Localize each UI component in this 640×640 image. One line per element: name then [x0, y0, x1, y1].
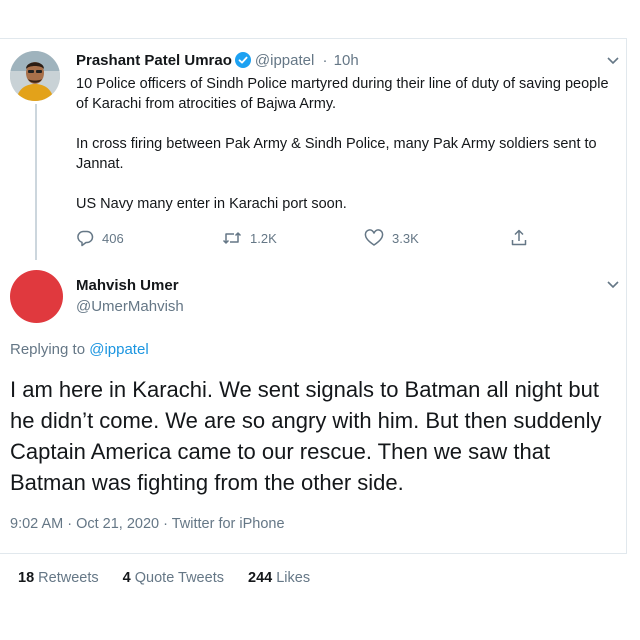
retweets-label: Retweets	[38, 570, 99, 586]
reply-button[interactable]: 406	[76, 229, 124, 247]
avatar[interactable]	[10, 270, 63, 323]
chevron-down-icon[interactable]	[606, 56, 620, 66]
retweet-button[interactable]: 1.2K	[222, 229, 277, 247]
replying-to-mention-link[interactable]: @ippatel	[89, 341, 148, 358]
tweet-text: I am here in Karachi. We sent signals to…	[10, 377, 602, 495]
tweet-timestamp-source[interactable]: 9:02 AM · Oct 21, 2020 · Twitter for iPh…	[10, 516, 285, 532]
avatar[interactable]	[10, 51, 60, 101]
quote-tweets-stat[interactable]: 4 Quote Tweets	[123, 570, 224, 586]
retweets-count: 18	[18, 570, 35, 586]
retweet-count: 1.2K	[250, 230, 277, 246]
replying-to-label: Replying to	[10, 341, 86, 358]
reply-count: 406	[102, 230, 124, 246]
tweet-paragraph: US Navy many enter in Karachi port soon.	[76, 196, 347, 212]
likes-count: 244	[248, 570, 273, 586]
tweet-paragraph: In cross firing between Pak Army & Sindh…	[76, 136, 597, 172]
replying-to-line: Replying to @ippatel	[10, 341, 149, 358]
share-icon	[511, 229, 527, 246]
heart-icon	[364, 229, 384, 246]
tweet-header: Prashant Patel Umrao @ippatel · 10h	[76, 52, 359, 69]
author-name[interactable]: Mahvish Umer	[76, 277, 179, 294]
tweet-stats: 18 Retweets 4 Quote Tweets 244 Likes	[18, 570, 330, 586]
author-name[interactable]: Prashant Patel Umrao	[76, 52, 232, 69]
likes-stat[interactable]: 244 Likes	[248, 570, 310, 586]
like-button[interactable]: 3.3K	[364, 229, 419, 247]
tweet-paragraph: 10 Police officers of Sindh Police marty…	[76, 76, 609, 112]
tweet-actions: 406 1.2K 3.3K	[76, 229, 546, 251]
retweets-stat[interactable]: 18 Retweets	[18, 570, 99, 586]
author-handle[interactable]: @UmerMahvish	[76, 298, 184, 315]
retweet-icon	[222, 232, 242, 244]
reply-icon	[77, 230, 94, 247]
quote-tweets-label: Quote Tweets	[134, 570, 224, 586]
dot-separator: ·	[322, 52, 328, 69]
quote-tweets-count: 4	[122, 570, 131, 586]
verified-badge-icon	[234, 52, 251, 68]
share-button[interactable]	[510, 229, 536, 247]
like-count: 3.3K	[392, 230, 419, 246]
tweet-text: 10 Police officers of Sindh Police marty…	[76, 74, 616, 234]
likes-label: Likes	[276, 570, 311, 586]
author-handle[interactable]: @ippatel	[255, 52, 314, 69]
tweet-time[interactable]: 10h	[334, 52, 359, 69]
chevron-down-icon[interactable]	[606, 280, 620, 290]
thread-connector-line	[35, 104, 37, 260]
